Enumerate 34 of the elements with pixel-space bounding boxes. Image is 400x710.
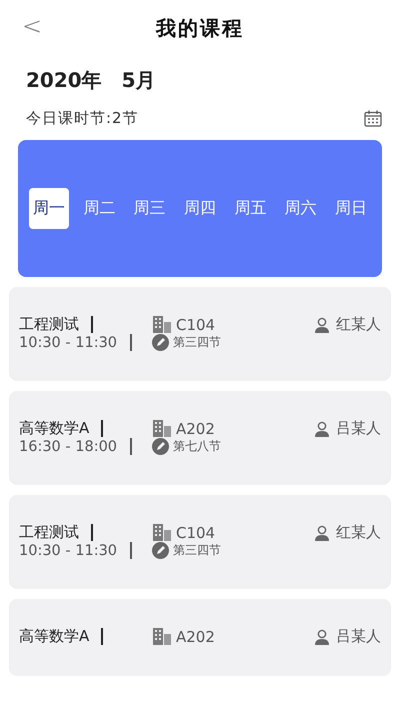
year-text: 2020年 bbox=[26, 66, 102, 94]
weekday-tab[interactable]: 周五 bbox=[230, 188, 270, 229]
classroom-text: C104 bbox=[176, 524, 216, 542]
period-text: 第七八节 bbox=[173, 438, 221, 455]
weekday-tab[interactable]: 周三 bbox=[130, 188, 170, 229]
classroom-text: A202 bbox=[176, 420, 215, 438]
teacher-name: 红某人 bbox=[336, 523, 381, 542]
period-text: 第三四节 bbox=[173, 334, 221, 351]
course-card[interactable]: 工程测试 C104 红某人 10:30 - 11:30 第三四节 bbox=[9, 495, 391, 589]
weekday-tab[interactable]: 周六 bbox=[280, 188, 321, 229]
weekday-tab[interactable]: 周四 bbox=[180, 188, 220, 229]
course-name: 高等数学A bbox=[19, 627, 90, 646]
course-time: 10:30 - 11:30 bbox=[19, 334, 118, 350]
back-button[interactable]: < bbox=[18, 12, 46, 40]
weekday-tab[interactable]: 周日 bbox=[330, 188, 371, 229]
course-name: 工程测试 bbox=[19, 523, 79, 542]
course-name: 工程测试 bbox=[19, 315, 79, 334]
classroom-text: A202 bbox=[176, 628, 215, 646]
page-title: 我的课程 bbox=[156, 14, 244, 42]
course-time: 10:30 - 11:30 bbox=[19, 542, 118, 558]
today-lessons-text: 今日课时节:2节 bbox=[26, 108, 139, 128]
course-card[interactable]: 高等数学A A202 吕某人 16:30 - 18:00 第七八节 bbox=[9, 391, 391, 485]
course-card[interactable]: 工程测试 C104 红某人 10:30 - 11:30 第三四节 bbox=[9, 287, 391, 381]
weekday-tab[interactable]: 周二 bbox=[79, 188, 120, 229]
course-name: 高等数学A bbox=[19, 419, 90, 438]
teacher-name: 红某人 bbox=[336, 315, 381, 334]
period-text: 第三四节 bbox=[173, 542, 221, 559]
course-card[interactable]: 高等数学A A202 吕某人 bbox=[9, 599, 391, 676]
classroom-text: C104 bbox=[176, 316, 216, 334]
weekday-tab[interactable]: 周一 bbox=[29, 188, 70, 229]
teacher-name: 吕某人 bbox=[336, 419, 381, 438]
month-text: 5月 bbox=[122, 66, 156, 94]
teacher-name: 吕某人 bbox=[336, 627, 381, 646]
course-time: 16:30 - 18:00 bbox=[19, 438, 118, 454]
